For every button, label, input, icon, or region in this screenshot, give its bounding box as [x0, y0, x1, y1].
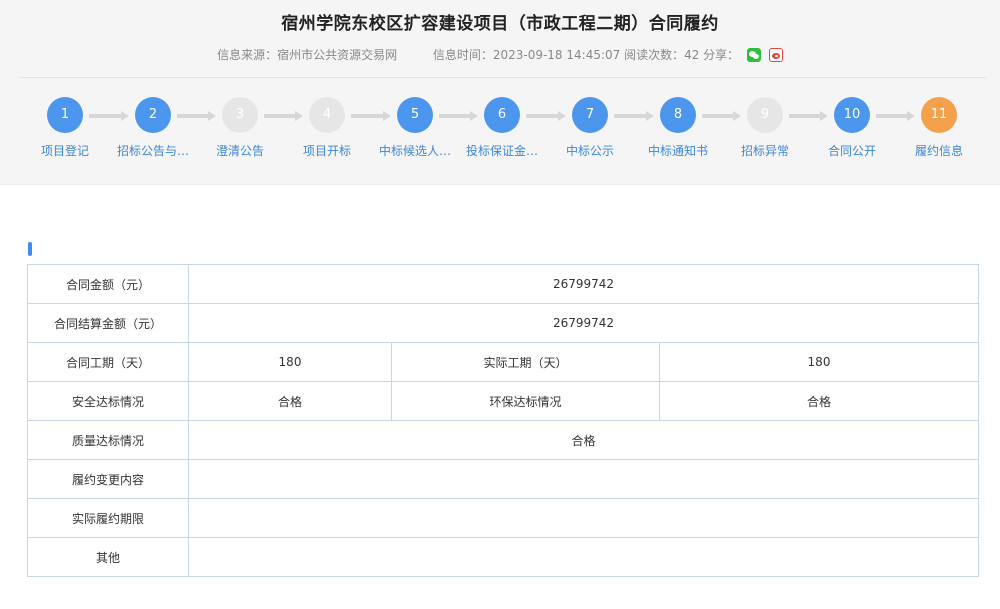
actual-period-value: 180: [658, 342, 980, 382]
step-number-badge[interactable]: 5: [397, 97, 433, 133]
safety-label: 安全达标情况: [27, 381, 189, 421]
step-number-badge[interactable]: 3: [222, 97, 258, 133]
contract-amount-label: 合同金额（元）: [27, 264, 189, 304]
step-label[interactable]: 招标公告与…: [108, 142, 198, 159]
other-value: [187, 537, 980, 577]
process-steps: 1 项目登记 2 招标公告与… 3 澄清公告 4 项目开标 5 中标候选人… 6 投标保证金… 7 中标公…: [0, 96, 1000, 166]
table-row: 其他: [27, 537, 980, 577]
step-label[interactable]: 招标异常: [720, 142, 810, 159]
table-row: 合同工期（天） 180 实际工期（天） 180: [27, 342, 980, 382]
safety-value: 合格: [188, 381, 392, 421]
info-time: 信息时间：2023-09-18 14:45:07 阅读次数：42 分享：: [432, 48, 740, 62]
step-arrow-icon: [876, 111, 915, 121]
step-label[interactable]: 项目开标: [282, 142, 372, 159]
table-row: 质量达标情况 合格: [27, 420, 980, 460]
step-label[interactable]: 中标通知书: [633, 142, 723, 159]
step-arrow-icon: [789, 111, 828, 121]
table-row: 合同金额（元） 26799742: [27, 264, 980, 304]
header-divider: [20, 77, 986, 78]
actual-deadline-value: [187, 498, 980, 538]
table-row: 实际履约期限: [27, 498, 980, 538]
step-label[interactable]: 合同公开: [807, 142, 897, 159]
step-arrow-icon: [89, 111, 129, 121]
table-row: 合同结算金额（元） 26799742: [27, 303, 980, 343]
change-content-label: 履约变更内容: [27, 459, 189, 499]
quality-value: 合格: [187, 420, 980, 460]
page-header: 宿州学院东校区扩容建设项目（市政工程二期）合同履约 信息来源：宿州市公共资源交易…: [0, 0, 1000, 185]
step-label[interactable]: 中标公示: [545, 142, 635, 159]
wechat-share-icon[interactable]: [747, 47, 762, 62]
quality-label: 质量达标情况: [27, 420, 189, 460]
step-arrow-icon: [614, 111, 654, 121]
settlement-amount-value: 26799742: [187, 303, 980, 343]
contract-amount-value: 26799742: [187, 264, 980, 304]
step-arrow-icon: [439, 111, 478, 121]
step-number-badge[interactable]: 11: [921, 97, 957, 133]
step-arrow-icon: [526, 111, 566, 121]
step-arrow-icon: [351, 111, 391, 121]
section-marker: [28, 242, 32, 256]
page-title: 宿州学院东校区扩容建设项目（市政工程二期）合同履约: [281, 14, 719, 34]
step-number-badge[interactable]: 1: [47, 97, 83, 133]
step-number-badge[interactable]: 2: [135, 97, 171, 133]
table-row: 履约变更内容: [27, 459, 980, 499]
step-arrow-icon: [264, 111, 303, 121]
info-meta: 信息来源：宿州市公共资源交易网 信息时间：2023-09-18 14:45:07…: [0, 46, 1000, 63]
actual-period-label: 实际工期（天）: [391, 342, 660, 382]
step-number-badge[interactable]: 8: [660, 97, 696, 133]
step-number-badge[interactable]: 6: [484, 97, 520, 133]
step-arrow-icon: [177, 111, 216, 121]
contract-period-label: 合同工期（天）: [27, 342, 189, 382]
step-label[interactable]: 项目登记: [20, 142, 110, 159]
info-source: 信息来源：宿州市公共资源交易网: [217, 48, 398, 62]
settlement-amount-label: 合同结算金额（元）: [27, 303, 189, 343]
other-label: 其他: [27, 537, 189, 577]
actual-deadline-label: 实际履约期限: [27, 498, 189, 538]
step-label[interactable]: 投标保证金…: [457, 142, 547, 159]
step-number-badge[interactable]: 9: [747, 97, 783, 133]
env-label: 环保达标情况: [391, 381, 660, 421]
step-label[interactable]: 澄清公告: [195, 142, 285, 159]
env-value: 合格: [658, 381, 980, 421]
weibo-share-icon[interactable]: [768, 47, 783, 62]
step-number-badge[interactable]: 7: [572, 97, 608, 133]
contract-performance-table: 合同金额（元） 26799742 合同结算金额（元） 26799742 合同工期…: [27, 264, 980, 577]
step-number-badge[interactable]: 10: [834, 97, 870, 133]
step-arrow-icon: [702, 111, 741, 121]
step-label[interactable]: 履约信息: [894, 142, 984, 159]
change-content-value: [187, 459, 980, 499]
contract-period-value: 180: [188, 342, 392, 382]
step-label[interactable]: 中标候选人…: [370, 142, 460, 159]
step-number-badge[interactable]: 4: [309, 97, 345, 133]
table-row: 安全达标情况 合格 环保达标情况 合格: [27, 381, 980, 421]
